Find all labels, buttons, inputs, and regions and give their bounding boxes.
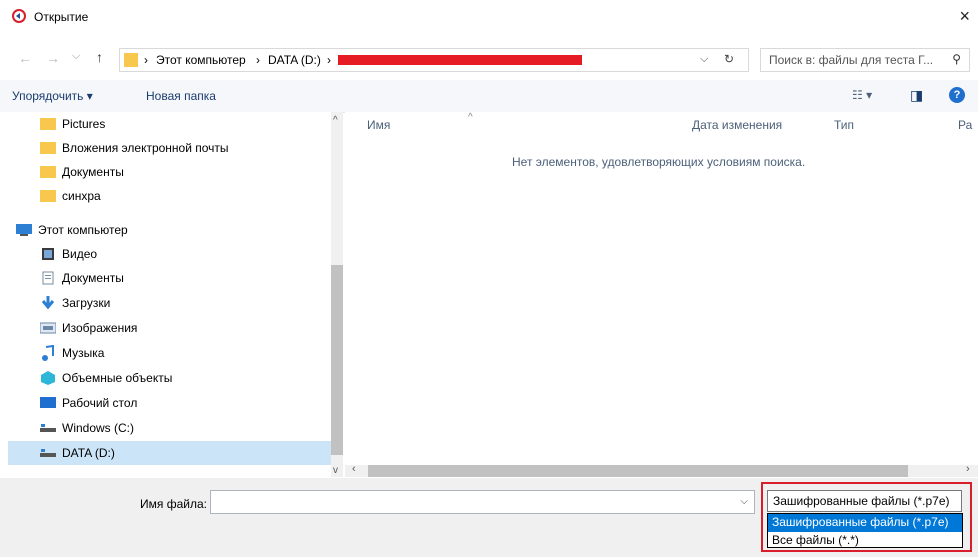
sidebar-item[interactable]: Документы	[0, 266, 340, 290]
drive-icon	[40, 420, 56, 436]
music-icon	[40, 345, 56, 361]
file-type-option-p7e[interactable]: Зашифрованные файлы (*.p7e)	[768, 514, 962, 532]
sidebar-item[interactable]: Рабочий стол	[0, 391, 340, 415]
scroll-right-icon[interactable]: ›	[966, 463, 970, 475]
vertical-scroll-thumb[interactable]	[331, 265, 343, 455]
window-title: Открытие	[34, 10, 89, 24]
forward-arrow-icon[interactable]: →	[46, 50, 60, 66]
folder-icon	[124, 53, 138, 67]
preview-pane-icon[interactable]: ◨	[910, 87, 923, 104]
sidebar-item-label: синхра	[62, 189, 101, 203]
sidebar-item-label: Pictures	[62, 117, 106, 131]
computer-icon	[16, 222, 32, 238]
sidebar-item[interactable]: Объемные объекты	[0, 366, 340, 390]
filename-label: Имя файла:	[140, 497, 207, 511]
breadcrumb-data-drive[interactable]: DATA (D:)	[268, 53, 321, 67]
scroll-up-icon[interactable]: ^	[333, 115, 338, 126]
video-icon	[40, 246, 56, 262]
sidebar-item-label: Изображения	[62, 321, 138, 335]
sidebar-item-label: Рабочий стол	[62, 396, 138, 410]
address-dropdown-icon[interactable]: ⌵	[700, 53, 708, 66]
new-folder-button[interactable]: Новая папка	[146, 89, 216, 103]
sidebar-item[interactable]: Загрузки	[0, 291, 340, 315]
sidebar-item-label: Этот компьютер	[38, 223, 128, 237]
sort-arrow-icon: ^	[468, 112, 473, 123]
close-icon[interactable]: ×	[959, 6, 970, 27]
sidebar-item-label: Объемные объекты	[62, 371, 173, 385]
column-header-type[interactable]: Тип	[834, 118, 854, 132]
file-type-option-all[interactable]: Все файлы (*.*)	[768, 532, 962, 550]
folder-icon	[40, 116, 56, 132]
sidebar-item[interactable]: Windows (C:)	[0, 416, 340, 440]
empty-message: Нет элементов, удовлетворяющих условиям …	[512, 155, 806, 169]
back-arrow-icon[interactable]: ←	[18, 50, 32, 66]
refresh-icon[interactable]: ↻	[724, 52, 734, 66]
breadcrumb-this-pc[interactable]: Этот компьютер	[156, 53, 246, 67]
folder-icon	[40, 140, 56, 156]
3d-objects-icon	[40, 370, 56, 386]
sidebar-item[interactable]: Видео	[0, 242, 340, 266]
breadcrumb-separator: ›	[144, 53, 148, 67]
title-bar: Открытие ×	[0, 0, 978, 34]
column-header-date[interactable]: Дата изменения	[692, 118, 782, 132]
sidebar-item[interactable]: Изображения	[0, 316, 340, 340]
recent-dropdown-icon[interactable]: ⌵	[72, 50, 80, 63]
filename-input[interactable]: ⌵	[210, 490, 755, 514]
redaction-bar	[338, 55, 582, 65]
up-arrow-icon[interactable]: ↑	[96, 49, 103, 65]
column-header-size[interactable]: Ра	[958, 118, 972, 132]
breadcrumb-separator: ›	[327, 53, 331, 67]
search-placeholder: Поиск в: файлы для теста Г...	[769, 53, 934, 67]
column-header-name[interactable]: Имя	[367, 118, 390, 132]
toolbar: Упорядочить ▾ Новая папка ☷ ▾ ◨ ?	[0, 80, 978, 113]
sidebar-item[interactable]: Документы	[0, 160, 340, 184]
organize-button[interactable]: Упорядочить ▾	[12, 89, 93, 103]
documents-icon	[40, 270, 56, 286]
filename-dropdown-icon[interactable]: ⌵	[740, 496, 748, 507]
sidebar-item[interactable]: Музыка	[0, 341, 340, 365]
sidebar-item-label: Загрузки	[62, 296, 111, 310]
sidebar-item-label: Видео	[62, 247, 98, 261]
sidebar-item-label: Windows (C:)	[62, 421, 135, 435]
file-type-dropdown-list[interactable]: Зашифрованные файлы (*.p7e) Все файлы (*…	[767, 513, 963, 548]
pictures-icon	[40, 320, 56, 336]
horizontal-scroll-thumb[interactable]	[368, 465, 908, 477]
sidebar-item-label: Документы	[62, 271, 124, 285]
drive-icon	[40, 445, 56, 461]
sidebar-item[interactable]: Pictures	[0, 112, 340, 136]
sidebar-item-label: DATA (D:)	[62, 446, 115, 460]
sidebar-item-label: Музыка	[62, 346, 105, 360]
breadcrumb-separator: ›	[256, 53, 260, 67]
sidebar-item[interactable]: синхра	[0, 184, 340, 208]
app-icon	[12, 9, 26, 23]
scroll-down-icon[interactable]: v	[333, 465, 338, 476]
view-options-icon[interactable]: ☷ ▾	[852, 88, 872, 102]
sidebar-item[interactable]: DATA (D:)	[8, 441, 339, 465]
folder-icon	[40, 188, 56, 204]
folder-icon	[40, 164, 56, 180]
sidebar-item[interactable]: Вложения электронной почты	[0, 136, 340, 160]
downloads-icon	[40, 295, 56, 311]
search-icon: ⚲	[952, 52, 961, 66]
sidebar-item-label: Вложения электронной почты	[62, 141, 229, 155]
search-input[interactable]: Поиск в: файлы для теста Г... ⚲	[760, 48, 970, 72]
sidebar-item[interactable]: Этот компьютер	[0, 218, 340, 242]
file-type-selected: Зашифрованные файлы (*.p7e)	[773, 494, 950, 508]
file-type-filter-select[interactable]: Зашифрованные файлы (*.p7e)	[767, 490, 962, 512]
scroll-left-icon[interactable]: ‹	[352, 463, 356, 475]
desktop-icon	[40, 395, 56, 411]
sidebar-item-label: Документы	[62, 165, 124, 179]
help-icon[interactable]: ?	[949, 87, 965, 103]
